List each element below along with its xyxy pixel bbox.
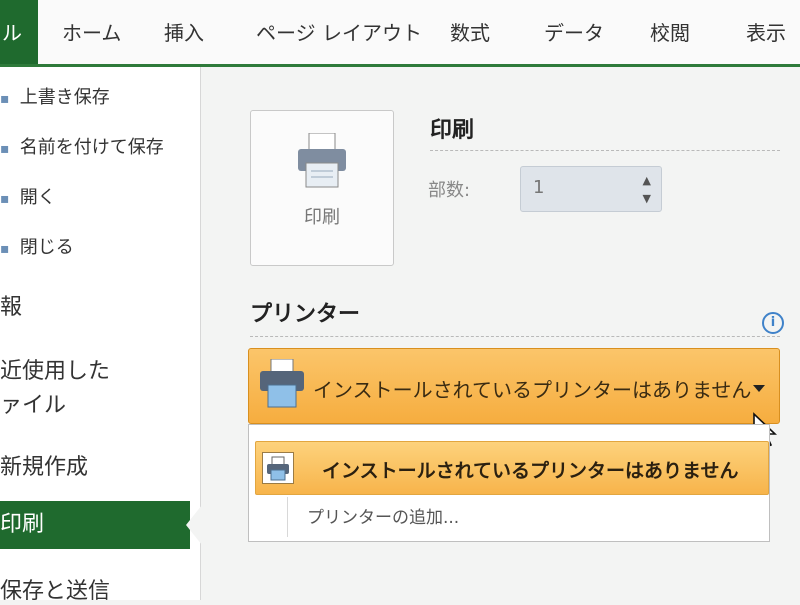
- tab-data[interactable]: データ: [544, 0, 604, 64]
- spin-down-icon[interactable]: ▼: [643, 193, 651, 205]
- nav-selection-pointer: [186, 505, 202, 545]
- close-icon: ▪: [0, 241, 10, 257]
- info-icon[interactable]: i: [762, 312, 784, 334]
- tab-file[interactable]: ル: [0, 0, 38, 64]
- nav-recent-line2: ァイル: [0, 393, 67, 418]
- nav-recent-line1: 近使用した: [0, 359, 111, 384]
- nav-save-as-label: 名前を付けて保存: [19, 137, 164, 158]
- copies-stepper[interactable]: 1 ▲ ▼: [520, 166, 662, 212]
- copies-label: 部数:: [428, 180, 471, 201]
- copies-value: 1: [533, 177, 545, 198]
- divider: [430, 150, 780, 151]
- spin-up-icon[interactable]: ▲: [643, 175, 651, 187]
- printer-select-value: インストールされているプリンターはありません: [313, 378, 752, 402]
- tab-view[interactable]: 表示: [746, 0, 786, 64]
- nav-print[interactable]: 印刷: [0, 501, 190, 549]
- printer-heading: プリンター: [250, 302, 361, 327]
- tab-review[interactable]: 校閲: [650, 0, 690, 64]
- tab-home[interactable]: ホーム: [62, 0, 121, 64]
- tab-formulas[interactable]: 数式: [450, 0, 490, 64]
- printer-icon: [260, 359, 304, 408]
- dropdown-option-label: インストールされているプリンターはありません: [322, 460, 739, 482]
- nav-recent[interactable]: 近使用した ァイル: [0, 355, 110, 423]
- dropdown-option-add-printer[interactable]: プリンターの追加...: [307, 503, 459, 528]
- nav-save-and-send[interactable]: 保存と送信: [0, 573, 110, 605]
- backstage-nav: ▪ 上書き保存 ▪ 名前を付けて保存 ▪ 開く ▪ 閉じる 報 近使用した ァイ…: [0, 67, 201, 604]
- tab-page-layout[interactable]: ページ レイアウト: [256, 0, 422, 64]
- print-title: 印刷: [430, 118, 475, 143]
- nav-save-label: 上書き保存: [19, 87, 110, 108]
- folder-icon: ▪: [0, 191, 10, 207]
- nav-close[interactable]: ▪ 閉じる: [0, 233, 74, 259]
- printer-dropdown: インストールされているプリンターはありません プリンターの追加...: [248, 424, 770, 542]
- chevron-down-icon[interactable]: [753, 385, 765, 392]
- save-as-icon: ▪: [0, 141, 10, 157]
- tab-insert[interactable]: 挿入: [164, 0, 204, 64]
- nav-open[interactable]: ▪ 開く: [0, 183, 56, 209]
- nav-info[interactable]: 報: [0, 289, 22, 321]
- divider: [250, 336, 780, 337]
- nav-save-as[interactable]: ▪ 名前を付けて保存: [0, 133, 164, 159]
- divider: [287, 497, 288, 537]
- ribbon-tab-bar: ル ホーム 挿入 ページ レイアウト 数式 データ 校閲 表示: [0, 0, 800, 67]
- nav-new[interactable]: 新規作成: [0, 449, 88, 481]
- print-button-label: 印刷: [304, 207, 340, 228]
- printer-icon: [262, 452, 294, 484]
- print-button[interactable]: 印刷: [250, 110, 394, 266]
- nav-save[interactable]: ▪ 上書き保存: [0, 83, 110, 109]
- save-icon: ▪: [0, 91, 10, 107]
- nav-close-label: 閉じる: [19, 237, 74, 258]
- printer-icon: [298, 133, 346, 188]
- nav-open-label: 開く: [19, 187, 56, 208]
- printer-select[interactable]: インストールされているプリンターはありません: [248, 348, 780, 424]
- dropdown-option-no-printer[interactable]: インストールされているプリンターはありません: [255, 441, 769, 495]
